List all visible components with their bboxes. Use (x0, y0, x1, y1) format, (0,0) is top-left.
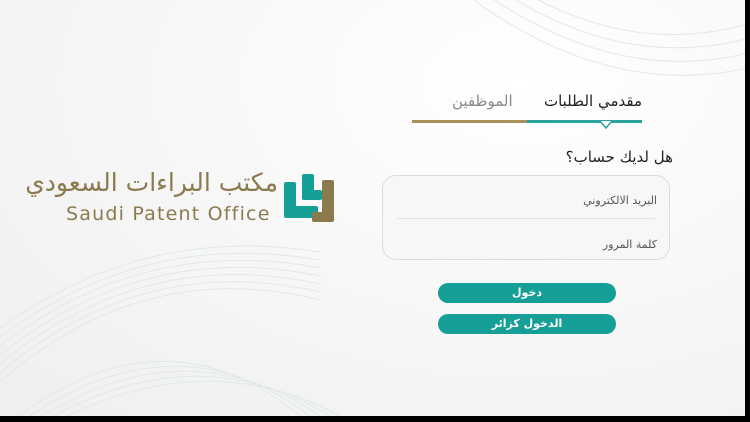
login-tabs: مقدمي الطلبات الموظفين (412, 88, 642, 129)
login-window: مكتب البراءات السعودي Saudi Patent Offic… (0, 0, 745, 416)
logo-mark-icon (284, 174, 334, 222)
account-question: هل لديك حساب؟ (565, 148, 673, 166)
tab-employees[interactable]: الموظفين (452, 90, 513, 112)
password-field[interactable] (397, 226, 659, 262)
login-button[interactable]: دخول (438, 283, 616, 303)
tab-applicants[interactable]: مقدمي الطلبات (544, 90, 642, 112)
active-tab-caret-icon (600, 121, 612, 129)
field-divider (397, 218, 655, 219)
tab-underline-employees (412, 120, 527, 123)
email-field[interactable] (397, 182, 659, 218)
tab-underline-applicants (527, 120, 642, 123)
logo-arabic-name: مكتب البراءات السعودي (25, 168, 278, 197)
saudi-patent-office-logo: مكتب البراءات السعودي Saudi Patent Offic… (25, 168, 338, 232)
logo-english-name: Saudi Patent Office (66, 203, 271, 225)
guest-login-button[interactable]: الدخول كزائر (438, 314, 616, 334)
login-form (382, 175, 670, 262)
